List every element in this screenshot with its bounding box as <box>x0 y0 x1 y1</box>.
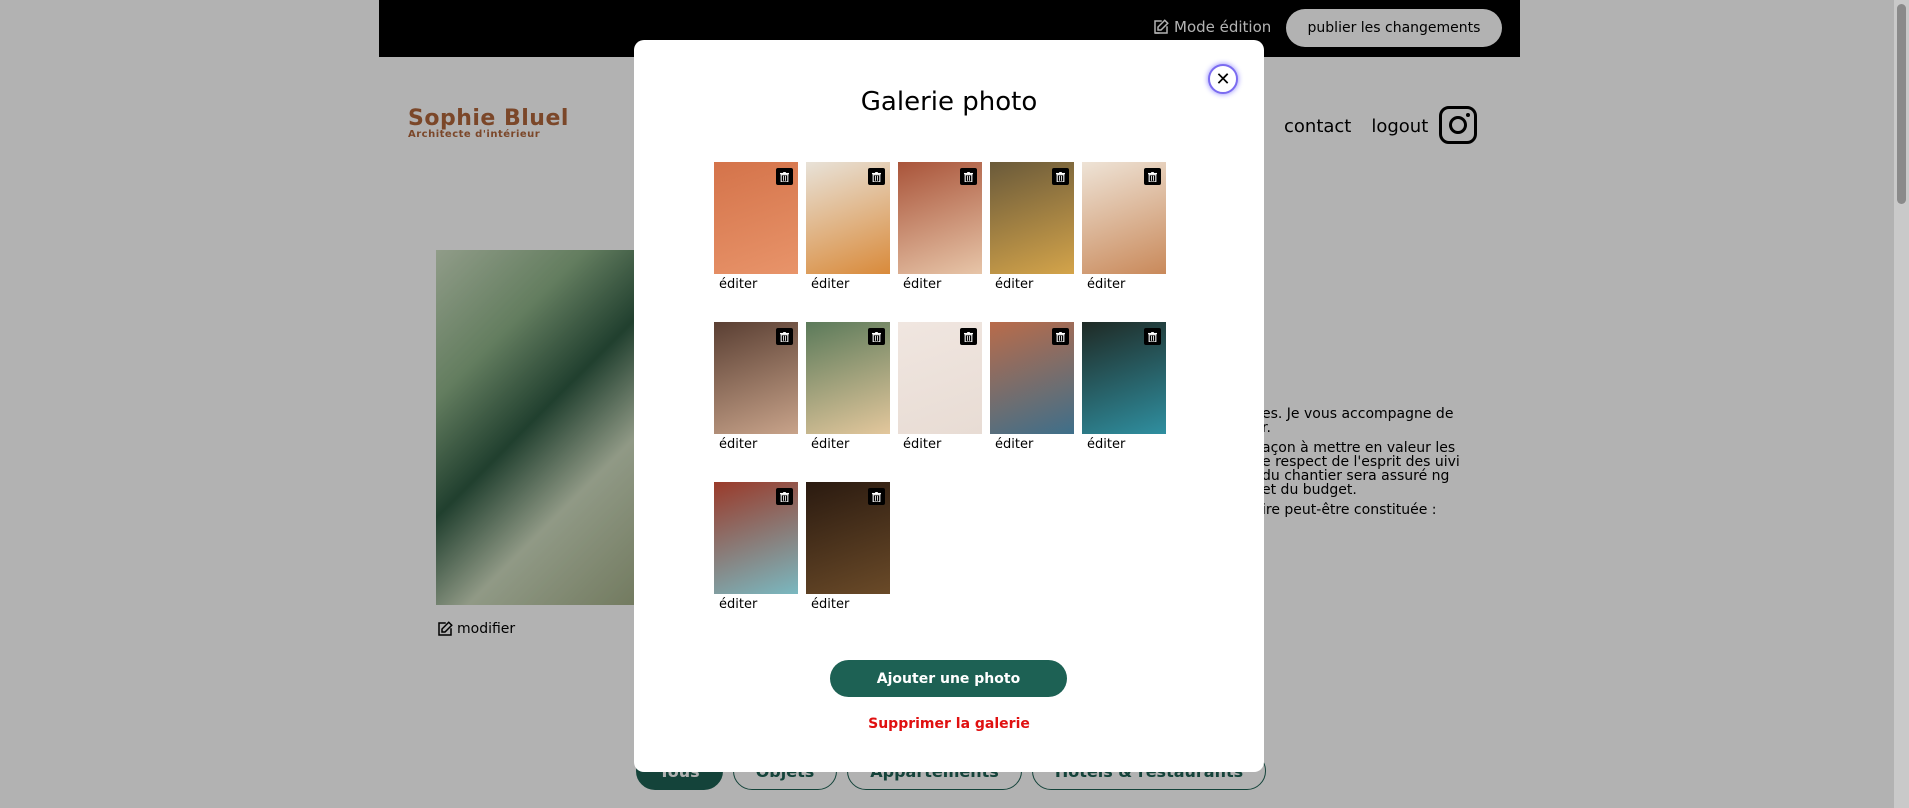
delete-photo-button[interactable] <box>960 328 977 345</box>
delete-photo-button[interactable] <box>1144 328 1161 345</box>
delete-photo-button[interactable] <box>776 328 793 345</box>
trash-icon <box>1056 171 1065 182</box>
page-scrollbar[interactable] <box>1894 0 1909 808</box>
gallery-thumbnail[interactable] <box>806 162 890 274</box>
gallery-thumbnail[interactable] <box>714 322 798 434</box>
scrollbar-thumb[interactable] <box>1897 4 1906 204</box>
trash-icon <box>1148 331 1157 342</box>
gallery-thumbnail[interactable] <box>806 322 890 434</box>
gallery-thumbnail[interactable] <box>714 162 798 274</box>
delete-photo-button[interactable] <box>868 488 885 505</box>
trash-icon <box>872 171 881 182</box>
edit-photo-link[interactable]: éditer <box>1082 277 1166 292</box>
edit-photo-link[interactable]: éditer <box>806 277 890 292</box>
gallery-item: éditer <box>1082 162 1166 292</box>
edit-photo-link[interactable]: éditer <box>1082 437 1166 452</box>
trash-icon <box>780 171 789 182</box>
gallery-item: éditer <box>898 162 982 292</box>
gallery-item: éditer <box>1082 322 1166 452</box>
gallery-modal: ✕ Galerie photo éditer éditer éditer éditer… <box>634 40 1264 772</box>
delete-photo-button[interactable] <box>1052 328 1069 345</box>
delete-photo-button[interactable] <box>868 168 885 185</box>
gallery-item: éditer <box>806 482 890 612</box>
delete-gallery-link[interactable]: Supprimer la galerie <box>634 716 1264 732</box>
gallery-thumbnail[interactable] <box>898 162 982 274</box>
gallery-item: éditer <box>806 162 890 292</box>
gallery-thumbnail[interactable] <box>990 162 1074 274</box>
edit-photo-link[interactable]: éditer <box>714 437 798 452</box>
trash-icon <box>872 331 881 342</box>
gallery-thumbnail[interactable] <box>1082 162 1166 274</box>
modal-title: Galerie photo <box>860 87 1038 117</box>
gallery-thumbnail[interactable] <box>1082 322 1166 434</box>
gallery-item: éditer <box>990 162 1074 292</box>
edit-photo-link[interactable]: éditer <box>990 437 1074 452</box>
edit-photo-link[interactable]: éditer <box>806 437 890 452</box>
delete-photo-button[interactable] <box>960 168 977 185</box>
delete-photo-button[interactable] <box>776 168 793 185</box>
trash-icon <box>872 491 881 502</box>
edit-photo-link[interactable]: éditer <box>898 437 982 452</box>
trash-icon <box>780 331 789 342</box>
trash-icon <box>780 491 789 502</box>
gallery-item: éditer <box>806 322 890 452</box>
edit-photo-link[interactable]: éditer <box>898 277 982 292</box>
add-photo-button[interactable]: Ajouter une photo <box>830 660 1067 697</box>
gallery-item: éditer <box>714 482 798 612</box>
trash-icon <box>964 331 973 342</box>
trash-icon <box>1148 171 1157 182</box>
delete-photo-button[interactable] <box>1144 168 1161 185</box>
edit-photo-link[interactable]: éditer <box>806 597 890 612</box>
gallery-thumbnail[interactable] <box>990 322 1074 434</box>
delete-photo-button[interactable] <box>776 488 793 505</box>
gallery-item: éditer <box>990 322 1074 452</box>
delete-gallery-label: Supprimer la galerie <box>868 716 1030 732</box>
trash-icon <box>1056 331 1065 342</box>
edit-photo-link[interactable]: éditer <box>990 277 1074 292</box>
gallery-thumbnail[interactable] <box>806 482 890 594</box>
delete-photo-button[interactable] <box>1052 168 1069 185</box>
gallery-item: éditer <box>714 162 798 292</box>
gallery-thumbnail[interactable] <box>898 322 982 434</box>
delete-photo-button[interactable] <box>868 328 885 345</box>
edit-photo-link[interactable]: éditer <box>714 277 798 292</box>
trash-icon <box>964 171 973 182</box>
edit-photo-link[interactable]: éditer <box>714 597 798 612</box>
gallery-item: éditer <box>898 322 982 452</box>
gallery-thumbnail[interactable] <box>714 482 798 594</box>
gallery-item: éditer <box>714 322 798 452</box>
